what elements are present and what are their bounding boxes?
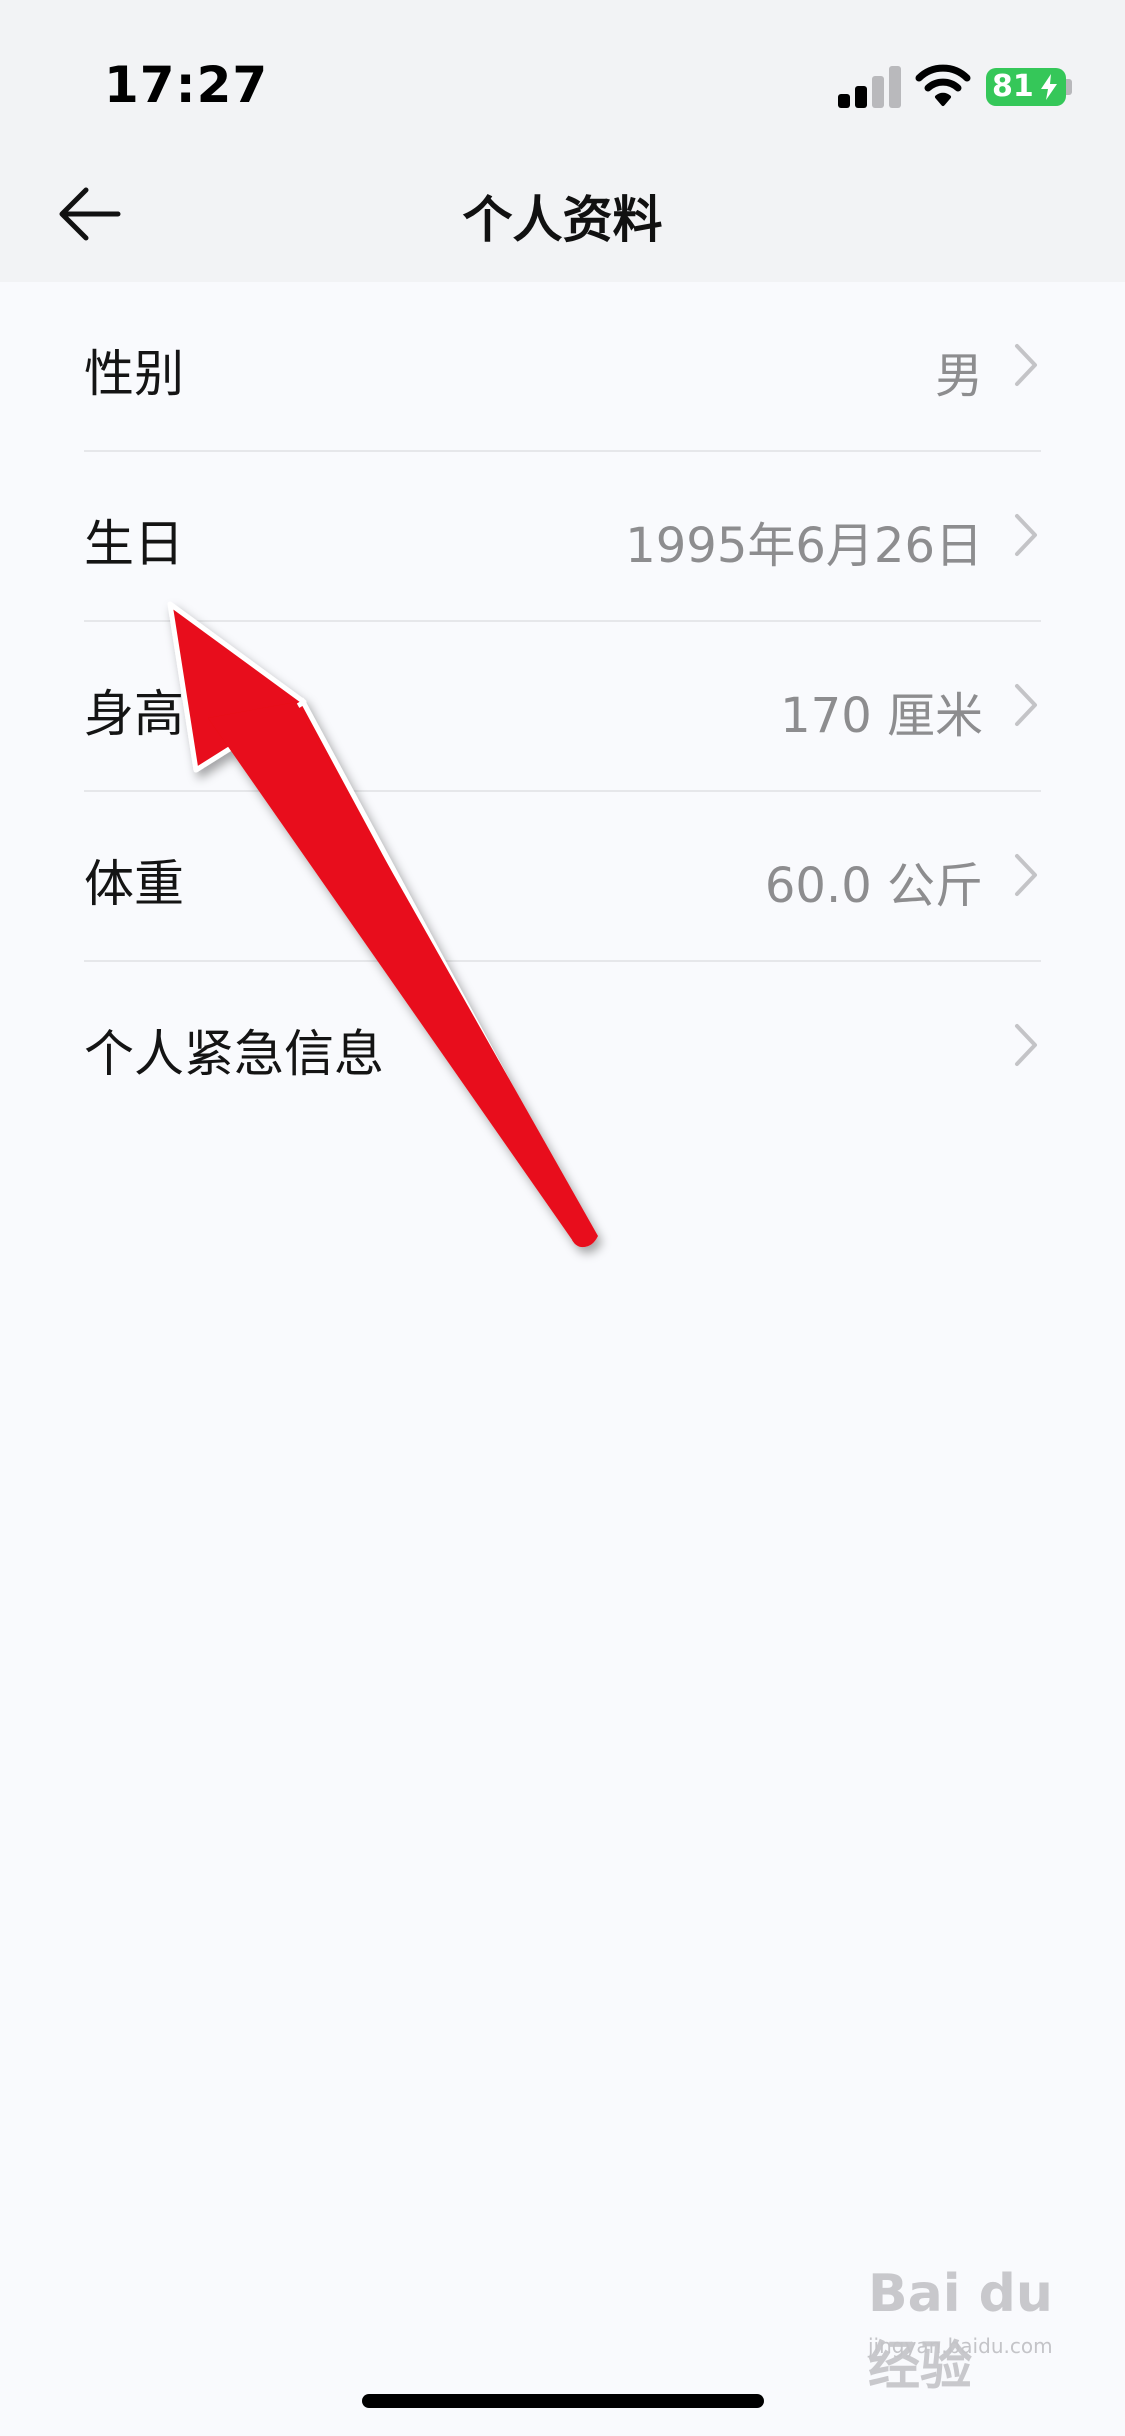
chevron-right-icon: [1015, 514, 1037, 556]
row-birthday[interactable]: 生日 1995年6月26日: [84, 452, 1041, 622]
profile-list: 性别 男 生日 1995年6月26日 身高 170 厘米 体重 60.0 公斤 …: [0, 282, 1125, 1130]
page-title: 个人资料: [462, 191, 663, 249]
row-height[interactable]: 身高 170 厘米: [84, 622, 1041, 792]
charging-bolt-icon: [1041, 74, 1057, 100]
row-label: 性别: [84, 345, 184, 403]
battery-tip: [1066, 79, 1072, 95]
chevron-right-icon: [1015, 854, 1037, 896]
row-label: 体重: [84, 855, 184, 913]
baidu-watermark: Bai du 经验 jingyan.baidu.com: [858, 2250, 1078, 2397]
row-gender[interactable]: 性别 男: [84, 282, 1041, 452]
row-label: 身高: [84, 685, 184, 743]
wifi-icon: [915, 64, 971, 106]
row-value: 170 厘米: [780, 688, 983, 744]
row-value: 60.0 公斤: [764, 858, 983, 914]
row-weight[interactable]: 体重 60.0 公斤: [84, 792, 1041, 962]
battery-percent: 81: [992, 69, 1034, 104]
chevron-right-icon: [1015, 344, 1037, 386]
nav-bar: 个人资料: [0, 140, 1125, 282]
row-value: 1995年6月26日: [625, 518, 983, 574]
row-emergency-info[interactable]: 个人紧急信息: [84, 962, 1041, 1130]
battery-icon: 81: [986, 68, 1066, 106]
status-bar: 17:27 81: [0, 0, 1125, 140]
watermark-text: Bai du 经验: [868, 2264, 1053, 2397]
row-label: 生日: [84, 515, 184, 573]
status-time: 17:27: [104, 56, 269, 114]
home-indicator[interactable]: [362, 2394, 764, 2408]
chevron-right-icon: [1015, 684, 1037, 726]
row-value: 男: [934, 348, 983, 404]
signal-icon: [838, 66, 902, 108]
chevron-right-icon: [1015, 1024, 1037, 1066]
watermark-url: jingyan.baidu.com: [868, 2334, 1053, 2358]
row-label: 个人紧急信息: [84, 1025, 384, 1083]
